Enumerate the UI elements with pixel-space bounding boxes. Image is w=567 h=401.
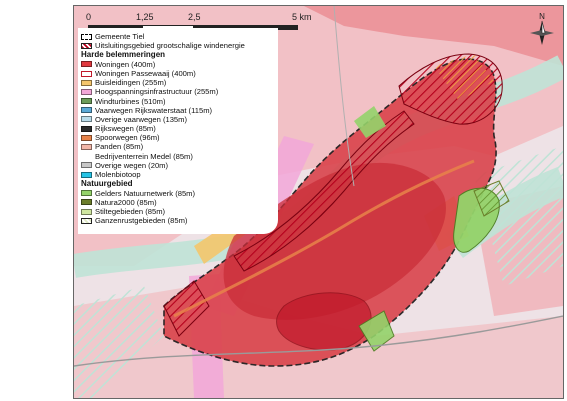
map-frame[interactable]: 0 1,25 2,5 5 km N Gemeente Tiel Uitsluiti… [73,5,564,399]
legend-label: Molenbiotoop [95,170,141,180]
legend-label: Gelders Natuurnetwerk (85m) [95,188,196,198]
scale-tick-1: 1,25 [136,12,154,22]
national-roads-icon [81,125,92,132]
legend-label: Overige wegen (20m) [95,160,169,170]
legend-section-heading: Natuurgebied [81,179,133,189]
legend-label: Windturbines (510m) [95,96,166,106]
railways-icon [81,134,92,141]
municipality-boundary-icon [81,33,92,40]
legend-item: Buisleidingen (255m) [81,78,275,87]
legend-label: Spoorwegen (96m) [95,133,160,143]
legend-label: Panden (85m) [95,142,144,152]
dwellings-passewaaij-icon [81,70,92,77]
dwellings-icon [81,61,92,68]
legend-label: Vaarwegen Rijkswaterstaat (115m) [95,105,213,115]
waterways-icon [81,107,92,114]
legend-section-heading: Harde belemmeringen [81,50,166,60]
legend-label: Overige vaarwegen (135m) [95,114,188,124]
legend-item: Spoorwegen (96m) [81,133,275,142]
legend-item: Woningen (400m) [81,60,275,69]
wind-turbines-icon [81,98,92,105]
legend-label: Woningen (400m) [95,59,156,69]
legend-label: Stiltegebieden (85m) [95,206,166,216]
legend-item: Overige wegen (20m) [81,161,275,170]
legend-label: Ganzenrustgebieden (85m) [95,216,188,226]
scale-tick-0: 0 [86,12,92,22]
legend-label: Buisleidingen (255m) [95,78,167,88]
legend-label: Woningen Passewaaij (400m) [95,68,196,78]
scale-tick-3: 5 km [292,12,312,22]
legend-label: Natura2000 (85m) [95,197,157,207]
legend-label: Hoogspanningsinfrastructuur (255m) [95,87,219,97]
quiet-areas-icon [81,208,92,215]
legend-item: Vaarwegen Rijkswaterstaat (115m) [81,106,275,115]
legend-item: Natura2000 (85m) [81,198,275,207]
legend-item: Woningen Passewaaij (400m) [81,69,275,78]
goose-rest-areas-icon [81,217,92,224]
legend-label: Uitsluitingsgebied grootschalige windene… [95,41,245,51]
buildings-icon [81,144,92,151]
north-arrow: N [529,12,555,46]
pipelines-icon [81,79,92,86]
legend-label: Rijkswegen (85m) [95,124,156,134]
legend-item: Stiltegebieden (85m) [81,207,275,216]
legend-item: Gemeente Tiel [81,32,275,41]
legend-item: Overige vaarwegen (135m) [81,115,275,124]
legend-item: Ganzenrustgebieden (85m) [81,216,275,225]
mill-biotope-icon [81,171,92,178]
legend-item: Rijkswegen (85m) [81,124,275,133]
legend-item: Gelders Natuurnetwerk (85m) [81,189,275,198]
legend-item: Windturbines (510m) [81,97,275,106]
map-legend: Gemeente Tiel Uitsluitingsgebied grootsch… [78,28,278,234]
legend-item: Molenbiotoop [81,170,275,179]
industrial-estate-icon [81,153,92,160]
compass-icon [530,20,554,45]
nature-network-icon [81,190,92,197]
exclusion-area-icon [81,42,92,49]
natura2000-icon [81,199,92,206]
legend-item: Hoogspanningsinfrastructuur (255m) [81,87,275,96]
other-waterways-icon [81,116,92,123]
legend-item: Panden (85m) [81,142,275,151]
legend-label: Bedrijventerrein Medel (85m) [95,151,193,161]
other-roads-icon [81,162,92,169]
scale-tick-2: 2,5 [188,12,201,22]
high-voltage-icon [81,88,92,95]
passewaaij-zone [276,292,372,351]
legend-item: Bedrijventerrein Medel (85m) [81,152,275,161]
legend-label: Gemeente Tiel [95,32,145,41]
legend-item: Uitsluitingsgebied grootschalige windene… [81,41,275,50]
